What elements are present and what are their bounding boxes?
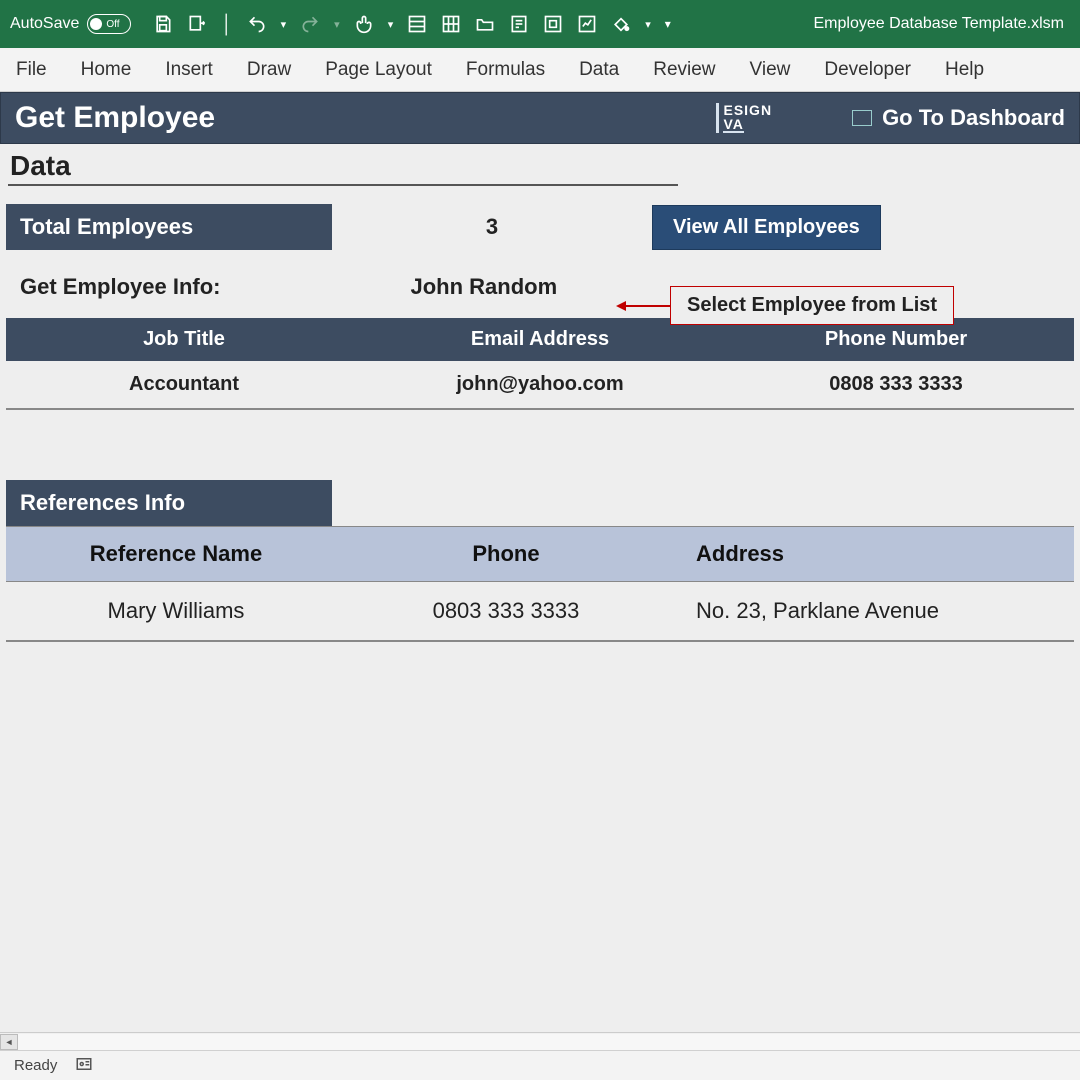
- tab-data[interactable]: Data: [579, 59, 619, 81]
- table-icon[interactable]: [441, 14, 461, 34]
- references-table-row: Mary Williams 0803 333 3333 No. 23, Park…: [6, 582, 1074, 642]
- tab-formulas[interactable]: Formulas: [466, 59, 545, 81]
- tab-page-layout[interactable]: Page Layout: [325, 59, 432, 81]
- properties-icon[interactable]: [509, 14, 529, 34]
- tab-file[interactable]: File: [16, 59, 47, 81]
- chevron-down-icon[interactable]: ▾: [388, 18, 394, 31]
- tab-insert[interactable]: Insert: [165, 59, 213, 81]
- macro-record-icon[interactable]: [75, 1055, 93, 1077]
- status-ready: Ready: [14, 1057, 57, 1074]
- section-underline: [8, 184, 678, 186]
- chevron-down-icon[interactable]: ▾: [281, 18, 287, 31]
- tab-developer[interactable]: Developer: [824, 59, 911, 81]
- toggle-knob: [90, 18, 102, 30]
- autosave-label: AutoSave: [10, 15, 79, 33]
- app-header: Get Employee ESIGN VA Go To Dashboard: [0, 92, 1080, 144]
- separator: │: [221, 14, 232, 35]
- col-ref-address: Address: [666, 527, 1074, 581]
- total-employees-value: 3: [332, 214, 652, 240]
- undo-icon[interactable]: [247, 14, 267, 34]
- get-employee-info-label: Get Employee Info:: [20, 274, 220, 300]
- section-heading: Data: [0, 144, 1080, 184]
- worksheet-area[interactable]: Data Total Employees 3 View All Employee…: [0, 144, 1080, 1032]
- tab-review[interactable]: Review: [653, 59, 715, 81]
- selected-employee-name[interactable]: John Random: [410, 274, 557, 300]
- references-table-header: Reference Name Phone Address: [6, 526, 1074, 582]
- total-employees-label: Total Employees: [6, 204, 332, 250]
- export-icon[interactable]: [187, 14, 207, 34]
- chart-icon[interactable]: [577, 14, 597, 34]
- save-icon[interactable]: [153, 14, 173, 34]
- go-to-dashboard-link[interactable]: Go To Dashboard: [852, 105, 1065, 131]
- dashboard-icon: [852, 110, 872, 126]
- cell-job-title: Accountant: [6, 361, 362, 408]
- callout-arrow: Select Employee from List: [616, 286, 954, 325]
- tab-view[interactable]: View: [750, 59, 791, 81]
- title-bar: AutoSave Off │ ▾ ▾ ▾: [0, 0, 1080, 48]
- autosave-state: Off: [106, 19, 119, 30]
- scroll-left-button[interactable]: ◄: [0, 1034, 18, 1050]
- chevron-down-icon[interactable]: ▾: [645, 18, 651, 31]
- tab-home[interactable]: Home: [81, 59, 132, 81]
- chevron-down-icon[interactable]: ▾: [334, 18, 340, 31]
- dashboard-link-label: Go To Dashboard: [882, 105, 1065, 131]
- horizontal-scrollbar[interactable]: ◄: [0, 1032, 1080, 1050]
- view-all-employees-button[interactable]: View All Employees: [652, 205, 881, 250]
- ribbon-tabs: File Home Insert Draw Page Layout Formul…: [0, 48, 1080, 92]
- tab-help[interactable]: Help: [945, 59, 984, 81]
- open-folder-icon[interactable]: [475, 14, 495, 34]
- status-bar: Ready: [0, 1050, 1080, 1080]
- cell-ref-address: No. 23, Parklane Avenue: [666, 598, 1074, 624]
- select-employee-callout: Select Employee from List: [670, 286, 954, 325]
- col-ref-name: Reference Name: [6, 527, 346, 581]
- references-panel: References Info Reference Name Phone Add…: [6, 480, 1074, 642]
- cell-ref-name: Mary Williams: [6, 598, 346, 624]
- quick-access-toolbar: │ ▾ ▾ ▾: [153, 14, 670, 35]
- employee-table-row: Accountant john@yahoo.com 0808 333 3333: [6, 361, 1074, 410]
- col-ref-phone: Phone: [346, 527, 666, 581]
- fill-color-icon[interactable]: [611, 16, 631, 33]
- col-job-title: Job Title: [6, 318, 362, 361]
- cell-email: john@yahoo.com: [362, 361, 718, 408]
- scroll-track[interactable]: [18, 1034, 1080, 1050]
- cell-phone: 0808 333 3333: [718, 361, 1074, 408]
- total-employees-panel: Total Employees 3 View All Employees Get…: [6, 204, 1074, 410]
- touch-mode-icon[interactable]: [354, 14, 374, 34]
- autosave-toggle[interactable]: AutoSave Off: [10, 14, 131, 34]
- tab-draw[interactable]: Draw: [247, 59, 291, 81]
- designva-logo: ESIGN VA: [716, 103, 772, 133]
- page-title: Get Employee: [15, 101, 215, 135]
- cell-ref-phone: 0803 333 3333: [346, 598, 666, 624]
- redo-icon: [300, 14, 320, 34]
- form-icon[interactable]: [407, 14, 427, 34]
- references-label: References Info: [6, 480, 332, 526]
- toggle-switch[interactable]: Off: [87, 14, 131, 34]
- file-name: Employee Database Template.xlsm: [814, 15, 1065, 33]
- pivot-icon[interactable]: [543, 14, 563, 34]
- customize-qat-icon[interactable]: ▾: [665, 17, 671, 31]
